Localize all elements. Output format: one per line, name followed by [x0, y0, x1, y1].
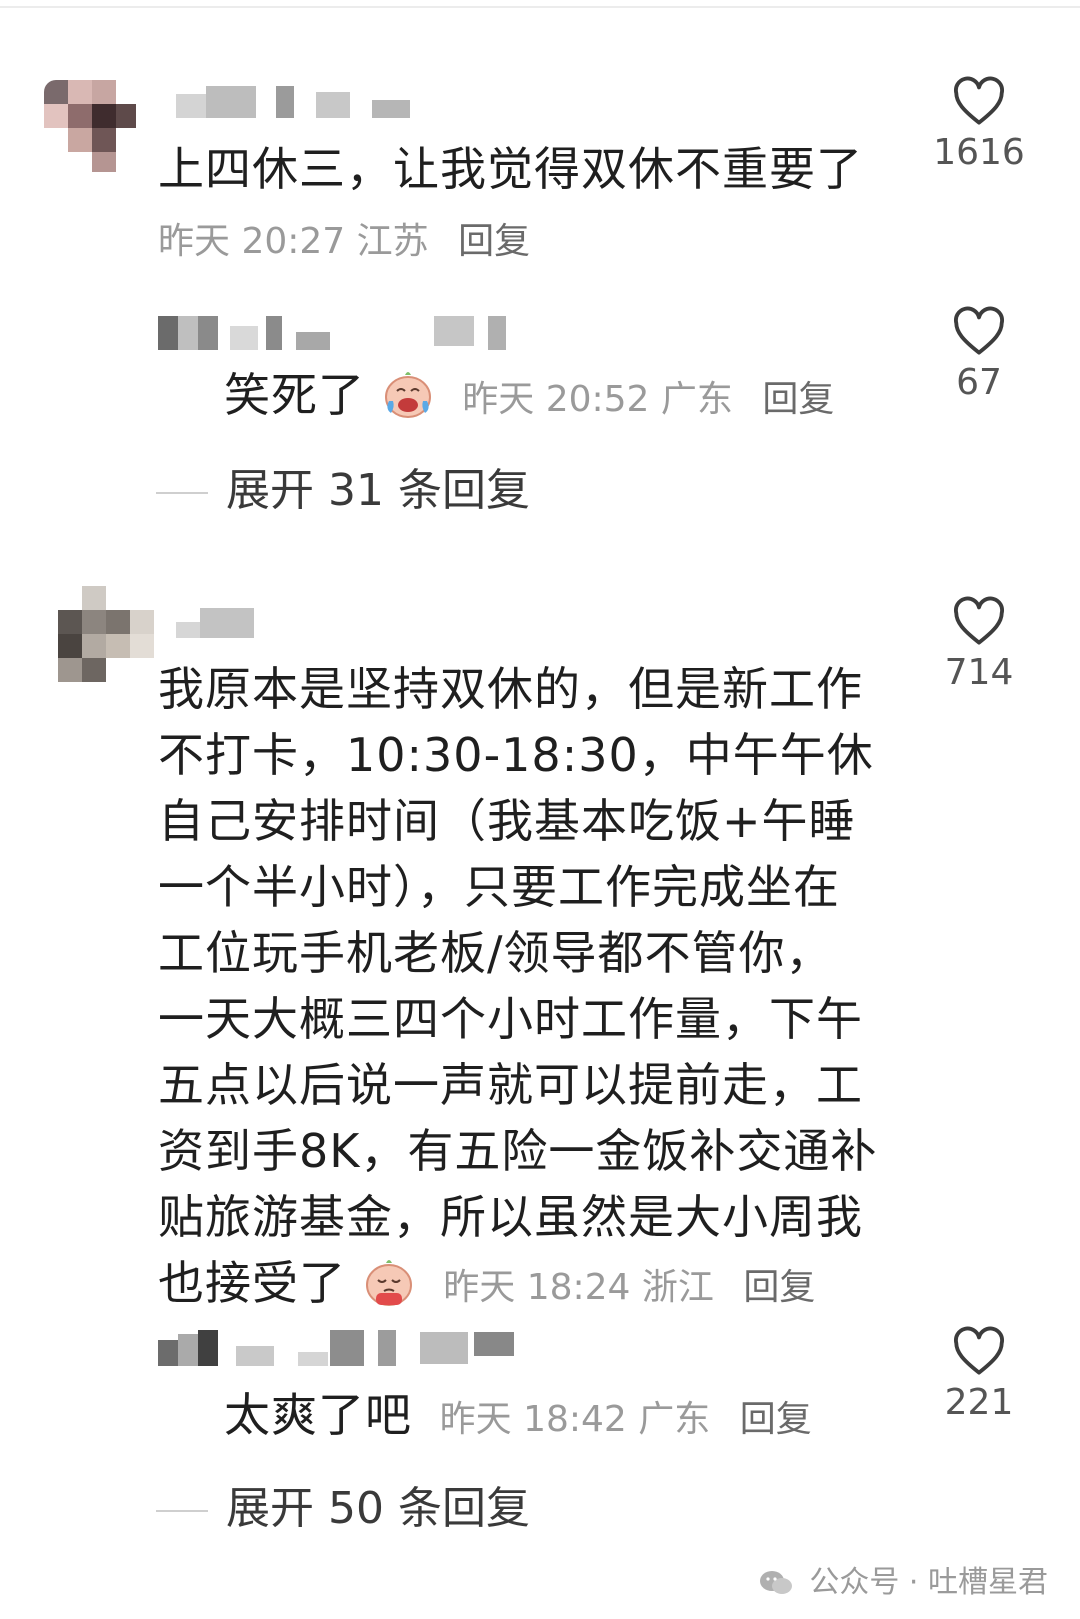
reply-location: 广东	[660, 379, 733, 420]
comment-text-line: 也接受了	[158, 1256, 346, 1310]
comment-time: 昨天 20:27	[158, 221, 346, 262]
username-redacted[interactable]	[176, 604, 266, 638]
comment-meta: 昨天 18:24 浙江 回复	[443, 1267, 815, 1308]
comment-text-line: 自己安排时间（我基本吃饭+午睡	[158, 794, 856, 848]
like-count: 1616	[933, 132, 1025, 173]
comment-text-line: 我原本是坚持双休的，但是新工作	[158, 662, 863, 716]
heart-icon	[954, 306, 1004, 355]
comment-text-line: 一个半小时），只要工作完成坐在	[158, 860, 840, 914]
username-redacted[interactable]	[158, 1330, 538, 1366]
expand-label: 展开 31 条回复	[226, 465, 530, 516]
reply-button[interactable]: 回复	[458, 221, 530, 262]
username-redacted[interactable]	[176, 86, 416, 120]
comment-text: 我原本是坚持双休的，但是新工作 不打卡，10:30-18:30，中午午休 自己安…	[158, 656, 918, 1321]
reply-meta: 昨天 20:52 广东 回复	[462, 379, 834, 420]
watermark-text: 公众号 · 吐槽星君	[809, 1565, 1048, 1600]
like-button[interactable]: 221	[924, 1326, 1034, 1423]
top-divider	[0, 6, 1080, 8]
watermark: 公众号 · 吐槽星君	[758, 1557, 1048, 1601]
comment-text-line: 工位玩手机老板/领导都不管你，	[158, 926, 833, 980]
reply-text: 笑死了 昨天 20:52 广东 回复	[224, 362, 834, 433]
reply-button[interactable]: 回复	[762, 379, 834, 420]
crying-laughing-emoji	[384, 372, 431, 418]
reply-time: 昨天 18:42	[439, 1399, 627, 1440]
like-button[interactable]: 67	[924, 306, 1034, 403]
heart-icon	[954, 596, 1004, 645]
like-button[interactable]: 1616	[924, 76, 1034, 173]
comment-location: 江苏	[356, 221, 429, 262]
expand-label: 展开 50 条回复	[226, 1483, 530, 1534]
comment-meta: 昨天 20:27 江苏 回复	[158, 212, 530, 264]
heart-icon	[954, 1326, 1004, 1375]
reply-text-content: 笑死了	[224, 368, 365, 422]
like-button[interactable]: 714	[924, 596, 1034, 693]
like-count: 714	[944, 652, 1014, 693]
comment-text-line: 不打卡，10:30-18:30，中午午休	[158, 728, 874, 782]
expand-replies-link[interactable]: 展开 50 条回复	[156, 1472, 530, 1536]
reply-text-content: 太爽了吧	[224, 1388, 412, 1442]
comment-location: 浙江	[641, 1267, 714, 1308]
comment-text-line: 一天大概三四个小时工作量，下午	[158, 992, 863, 1046]
expand-divider	[156, 492, 208, 494]
avatar[interactable]	[58, 586, 156, 684]
reply-text: 太爽了吧 昨天 18:42 广东 回复	[224, 1382, 812, 1453]
reply-button[interactable]: 回复	[740, 1399, 812, 1440]
comment-time: 昨天 18:24	[443, 1267, 631, 1308]
heart-icon	[954, 76, 1004, 125]
reply-button[interactable]: 回复	[743, 1267, 815, 1308]
comment-text: 上四休三，让我觉得双休不重要了	[158, 142, 863, 196]
wechat-icon	[759, 1571, 792, 1594]
comment-text-line: 五点以后说一声就可以提前走，工	[158, 1058, 863, 1112]
expand-replies-link[interactable]: 展开 31 条回复	[156, 454, 530, 518]
like-count: 67	[956, 362, 1002, 403]
like-count: 221	[944, 1382, 1014, 1423]
reply-time: 昨天 20:52	[462, 379, 650, 420]
reply-location: 广东	[638, 1399, 711, 1440]
comment-text-line: 贴旅游基金，所以虽然是大小周我	[158, 1190, 863, 1244]
expand-divider	[156, 1510, 208, 1512]
reply-meta: 昨天 18:42 广东 回复	[440, 1399, 812, 1440]
avatar[interactable]	[40, 76, 138, 174]
username-redacted[interactable]	[158, 312, 518, 350]
grateful-emoji	[365, 1260, 412, 1306]
comment-text-line: 资到手8K，有五险一金饭补交通补	[158, 1124, 878, 1178]
